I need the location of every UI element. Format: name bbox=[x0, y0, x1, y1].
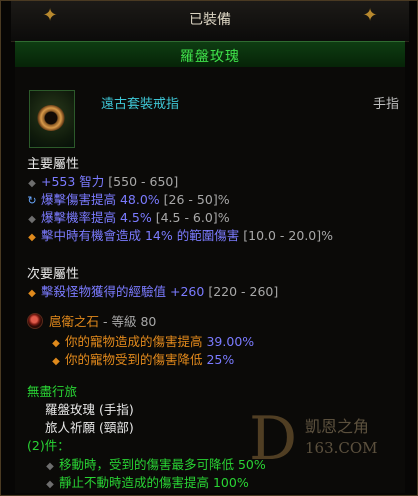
item-slot: 手指 bbox=[372, 97, 399, 112]
set-bonus-2: ◆ 靜止不動時造成的傷害提高 100% bbox=[45, 472, 249, 491]
item-name: 羅盤玫瑰 bbox=[180, 49, 240, 65]
diamond-icon: ◆ bbox=[28, 178, 36, 189]
effect-value: 39.00% bbox=[206, 334, 255, 349]
effect-prefix: 你的寵物受到的傷害降低 bbox=[65, 352, 207, 367]
stat-value: 爆擊機率提高 4.5% bbox=[41, 210, 152, 225]
set-piece-2: 旅人祈願 (頸部) bbox=[45, 420, 134, 435]
item-type: 遠古套裝戒指 bbox=[101, 97, 180, 112]
diamond-icon: ◆ bbox=[46, 461, 54, 472]
stat-value: +553 智力 bbox=[41, 174, 105, 189]
legendary-gem: 扈衛之石 - 等級 80 bbox=[27, 311, 156, 330]
tooltip-body: 遠古套裝戒指 手指 主要屬性 ◆ +553 智力 [550 - 650] ↻ 爆擊傷… bbox=[15, 67, 405, 493]
diamond-orange-icon: ◆ bbox=[52, 338, 60, 349]
diamond-icon: ◆ bbox=[46, 479, 54, 490]
stat-prefix: 擊殺怪物獲得的經驗值 bbox=[41, 284, 170, 299]
stat-value: 14% bbox=[144, 228, 173, 243]
diamond-icon: ◆ bbox=[28, 214, 36, 225]
tooltip-header: ✦ 已裝備 ✦ bbox=[11, 1, 409, 42]
gem-level: - 等級 80 bbox=[99, 314, 157, 329]
header-title: 已裝備 bbox=[189, 12, 231, 28]
item-name-bar: 羅盤玫瑰 bbox=[15, 41, 405, 69]
ornament-right-icon: ✦ bbox=[362, 5, 378, 26]
watermark-letter: D bbox=[249, 404, 298, 474]
set-piece-1: 羅盤玫瑰 (手指) bbox=[45, 402, 134, 417]
stat-range: [10.0 - 20.0]% bbox=[243, 228, 334, 243]
effect-prefix: 你的寵物造成的傷害提高 bbox=[65, 334, 207, 349]
secondary-stat-1: ◆ 擊殺怪物獲得的經驗值 +260 [220 - 260] bbox=[27, 281, 278, 300]
watermark-text-2: 163.COM bbox=[305, 439, 378, 457]
stat-suffix: 的範圍傷害 bbox=[172, 228, 240, 243]
stat-range: [220 - 260] bbox=[208, 284, 279, 299]
stat-prefix: 擊中時有機會造成 bbox=[41, 228, 145, 243]
stat-value: 爆擊傷害提高 48.0% bbox=[41, 192, 160, 207]
watermark-text-1: 凱恩之角 bbox=[305, 417, 370, 436]
enchant-icon: ↻ bbox=[27, 194, 37, 207]
diamond-orange-icon: ◆ bbox=[52, 356, 60, 367]
set-bonus-label: (2)件： bbox=[27, 438, 70, 453]
stat-range: [550 - 650] bbox=[108, 174, 179, 189]
gem-effect-1: ◆ 你的寵物造成的傷害提高 39.00% bbox=[51, 331, 254, 350]
site-watermark: D 凱恩之角 163.COM bbox=[249, 409, 399, 479]
set-name: 無盡行旅 bbox=[27, 384, 78, 399]
ring-icon bbox=[29, 90, 75, 148]
secondary-title: 次要屬性 bbox=[27, 267, 80, 282]
stat-range: [4.5 - 6.0]% bbox=[155, 210, 230, 225]
bonus-text: 移動時，受到的傷害最多可降低 50% bbox=[59, 457, 266, 472]
stat-range: [26 - 50]% bbox=[163, 192, 230, 207]
diamond-orange-icon: ◆ bbox=[28, 232, 36, 243]
gem-name: 扈衛之石 bbox=[49, 314, 100, 329]
effect-value: 25% bbox=[206, 352, 235, 367]
primary-stat-3: ◆ 爆擊機率提高 4.5% [4.5 - 6.0]% bbox=[27, 207, 230, 226]
gem-effect-2: ◆ 你的寵物受到的傷害降低 25% bbox=[51, 349, 234, 368]
stat-value: +260 bbox=[169, 284, 205, 299]
primary-stat-4: ◆ 擊中時有機會造成 14% 的範圍傷害 [10.0 - 20.0]% bbox=[27, 225, 333, 244]
ring-graphic bbox=[37, 105, 65, 131]
diamond-orange-icon: ◆ bbox=[28, 288, 36, 299]
set-bonus-1: ◆ 移動時，受到的傷害最多可降低 50% bbox=[45, 454, 266, 473]
item-tooltip: ✦ 已裝備 ✦ 羅盤玫瑰 遠古套裝戒指 手指 主要屬性 ◆ +553 智力 [55… bbox=[0, 0, 418, 496]
primary-title: 主要屬性 bbox=[27, 157, 80, 172]
primary-stat-1: ◆ +553 智力 [550 - 650] bbox=[27, 171, 178, 190]
bonus-text: 靜止不動時造成的傷害提高 100% bbox=[59, 475, 249, 490]
gem-icon bbox=[27, 313, 43, 329]
primary-stat-2: ↻ 爆擊傷害提高 48.0% [26 - 50]% bbox=[27, 189, 230, 208]
